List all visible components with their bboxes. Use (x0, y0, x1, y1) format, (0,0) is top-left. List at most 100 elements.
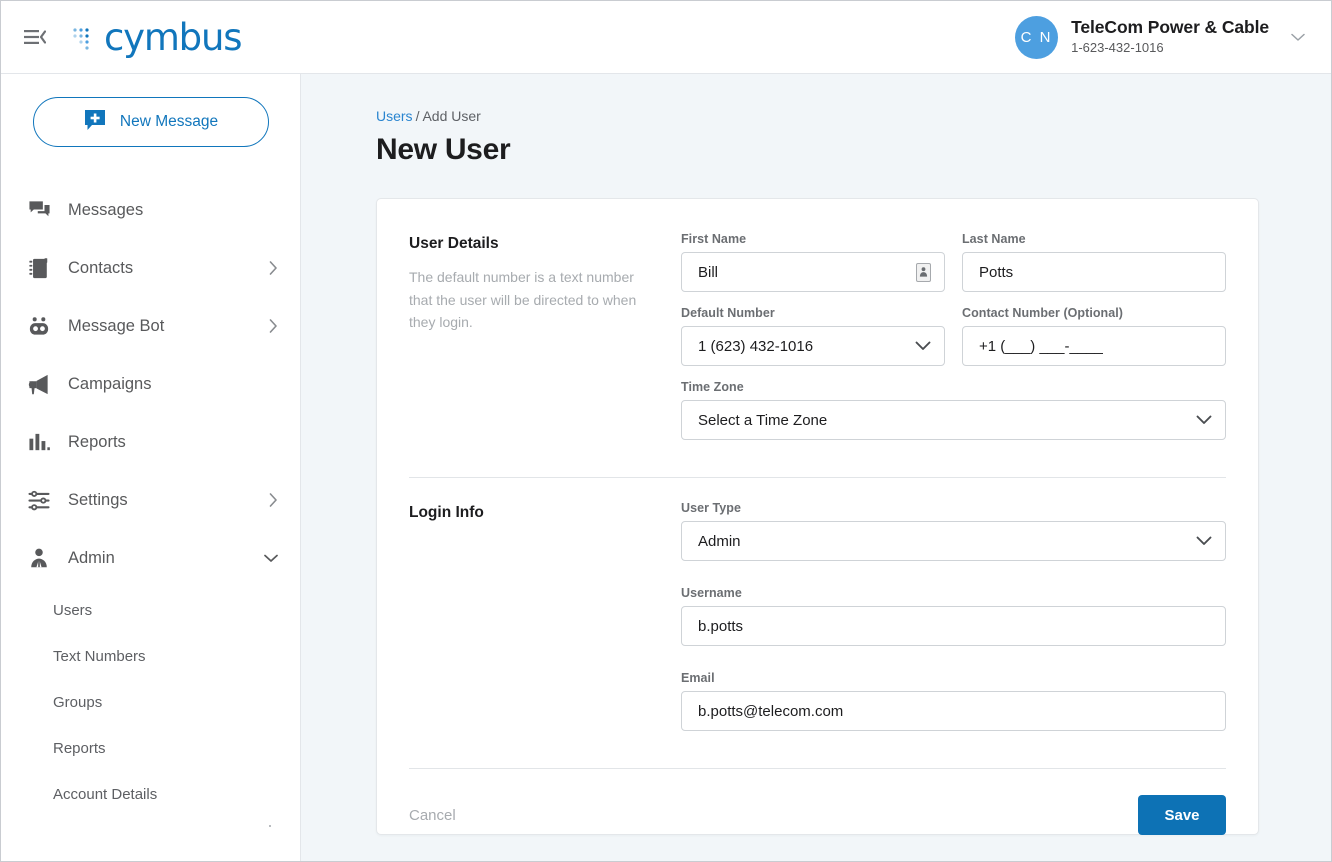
timezone-field-row: Time Zone Select a Time Zone (681, 380, 1226, 440)
chevron-right-icon[interactable] (269, 319, 278, 333)
last-name-label: Last Name (962, 232, 1026, 246)
user-details-fields: First Name Bill Last Name Potts Default … (681, 232, 1226, 454)
contact-card-icon[interactable] (916, 262, 931, 282)
chevron-down-icon[interactable] (1291, 33, 1305, 42)
user-type-select[interactable]: Admin (681, 521, 1226, 561)
sidebar-resize-dot (269, 825, 271, 827)
main-content: Users / Add User New User User Details The… (301, 74, 1331, 861)
user-details-title: User Details (409, 235, 499, 252)
login-info-section: Login Info User Type Admin Username b.po… (409, 478, 1226, 731)
contact-number-placeholder: +1 (___) ___-____ (979, 337, 1103, 355)
email-field: Email b.potts@telecom.com (681, 671, 1226, 731)
time-zone-value: Select a Time Zone (698, 411, 828, 429)
first-name-field: First Name Bill (681, 232, 945, 292)
app-window: cymbus C N TeleCom Power & Cable 1-623-4… (0, 0, 1332, 862)
brand-name: cymbus (104, 15, 242, 59)
sidebar-item-messages[interactable]: Messages (1, 181, 300, 239)
username-field: Username b.potts (681, 586, 1226, 646)
breadcrumb-separator: / (415, 108, 420, 124)
email-input[interactable]: b.potts@telecom.com (681, 691, 1226, 731)
name-field-row: First Name Bill Last Name Potts (681, 232, 1226, 292)
account-name: TeleCom Power & Cable (1071, 17, 1269, 38)
user-type-row: User Type Admin (681, 501, 1226, 561)
default-number-label: Default Number (681, 306, 775, 320)
settings-icon (26, 489, 52, 512)
breadcrumb: Users / Add User (376, 108, 1259, 124)
sidebar-subitem-users[interactable]: Users (1, 587, 300, 633)
chevron-down-icon[interactable] (1196, 415, 1212, 425)
time-zone-label: Time Zone (681, 380, 744, 394)
messages-icon (26, 199, 52, 222)
new-message-bubble-icon (83, 108, 107, 137)
contacts-icon (26, 257, 52, 280)
form-actions: Cancel Save (409, 769, 1226, 835)
sidebar-item-message-bot[interactable]: Message Bot (1, 297, 300, 355)
first-name-label: First Name (681, 232, 747, 246)
brand-logo[interactable]: cymbus (72, 15, 242, 59)
sidebar-item-contacts[interactable]: Contacts (1, 239, 300, 297)
username-input[interactable]: b.potts (681, 606, 1226, 646)
contact-number-field: Contact Number (Optional) +1 (___) ___-_… (962, 306, 1226, 366)
top-bar: cymbus C N TeleCom Power & Cable 1-623-4… (1, 1, 1331, 74)
cymbus-dots-icon (73, 28, 89, 50)
sidebar-item-campaigns[interactable]: Campaigns (1, 355, 300, 413)
email-label: Email (681, 671, 715, 685)
username-row: Username b.potts (681, 586, 1226, 646)
new-message-label: New Message (119, 113, 219, 130)
new-message-button[interactable]: New Message (32, 97, 269, 147)
sidebar-item-settings[interactable]: Settings (1, 471, 300, 529)
user-details-section: User Details The default number is a tex… (409, 232, 1226, 454)
reports-icon (26, 431, 52, 454)
sidebar-item-label: Messages (68, 200, 144, 219)
sidebar: New Message Messages Contacts Message Bo… (1, 74, 301, 861)
contact-number-input[interactable]: +1 (___) ___-____ (962, 326, 1226, 366)
chevron-down-icon[interactable] (915, 341, 931, 351)
sidebar-subitem-text-numbers[interactable]: Text Numbers (1, 633, 300, 679)
last-name-field: Last Name Potts (962, 232, 1226, 292)
contact-number-label: Contact Number (Optional) (962, 306, 1123, 320)
breadcrumb-current: Add User (422, 108, 481, 124)
first-name-value: Bill (698, 263, 719, 281)
last-name-input[interactable]: Potts (962, 252, 1226, 292)
sidebar-item-label: Message Bot (68, 316, 165, 335)
sidebar-subitem-account-details[interactable]: Account Details (1, 771, 300, 817)
cancel-button[interactable]: Cancel (409, 807, 456, 824)
admin-icon (26, 547, 52, 570)
default-number-value: 1 (623) 432-1016 (698, 337, 814, 355)
sidebar-item-label: Settings (68, 490, 128, 509)
chevron-down-icon[interactable] (264, 554, 278, 563)
sidebar-item-label: Reports (68, 432, 126, 451)
account-menu[interactable]: C N TeleCom Power & Cable 1-623-432-1016 (1015, 15, 1309, 59)
account-info: TeleCom Power & Cable 1-623-432-1016 (1071, 17, 1269, 56)
login-info-fields: User Type Admin Username b.potts Email b… (681, 501, 1226, 731)
sidebar-item-admin[interactable]: Admin (1, 529, 300, 587)
number-field-row: Default Number 1 (623) 432-1016 Contact … (681, 306, 1226, 366)
page-title: New User (376, 133, 511, 166)
chevron-down-icon[interactable] (1196, 536, 1212, 546)
sidebar-subitem-groups[interactable]: Groups (1, 679, 300, 725)
default-number-select[interactable]: 1 (623) 432-1016 (681, 326, 945, 366)
login-info-heading: Login Info (409, 501, 681, 535)
chevron-right-icon[interactable] (269, 493, 278, 507)
sidebar-item-label: Admin (68, 548, 115, 567)
first-name-input[interactable]: Bill (681, 252, 945, 292)
email-row: Email b.potts@telecom.com (681, 671, 1226, 731)
chevron-right-icon[interactable] (269, 261, 278, 275)
login-info-title: Login Info (409, 504, 484, 521)
user-details-description: The default number is a text number that… (409, 269, 637, 331)
default-number-field: Default Number 1 (623) 432-1016 (681, 306, 945, 366)
avatar: C N (1015, 15, 1059, 59)
account-phone: 1-623-432-1016 (1071, 40, 1164, 56)
body-row: New Message Messages Contacts Message Bo… (1, 74, 1331, 861)
last-name-value: Potts (979, 263, 1014, 281)
menu-collapse-icon[interactable] (18, 20, 52, 54)
sidebar-subitem-reports[interactable]: Reports (1, 725, 300, 771)
breadcrumb-link-users[interactable]: Users (376, 108, 413, 124)
save-button[interactable]: Save (1138, 795, 1226, 835)
time-zone-field: Time Zone Select a Time Zone (681, 380, 1226, 440)
sidebar-item-label: Campaigns (68, 374, 152, 393)
time-zone-select[interactable]: Select a Time Zone (681, 400, 1226, 440)
user-type-value: Admin (698, 532, 741, 550)
sidebar-item-reports[interactable]: Reports (1, 413, 300, 471)
campaigns-icon (26, 373, 52, 396)
